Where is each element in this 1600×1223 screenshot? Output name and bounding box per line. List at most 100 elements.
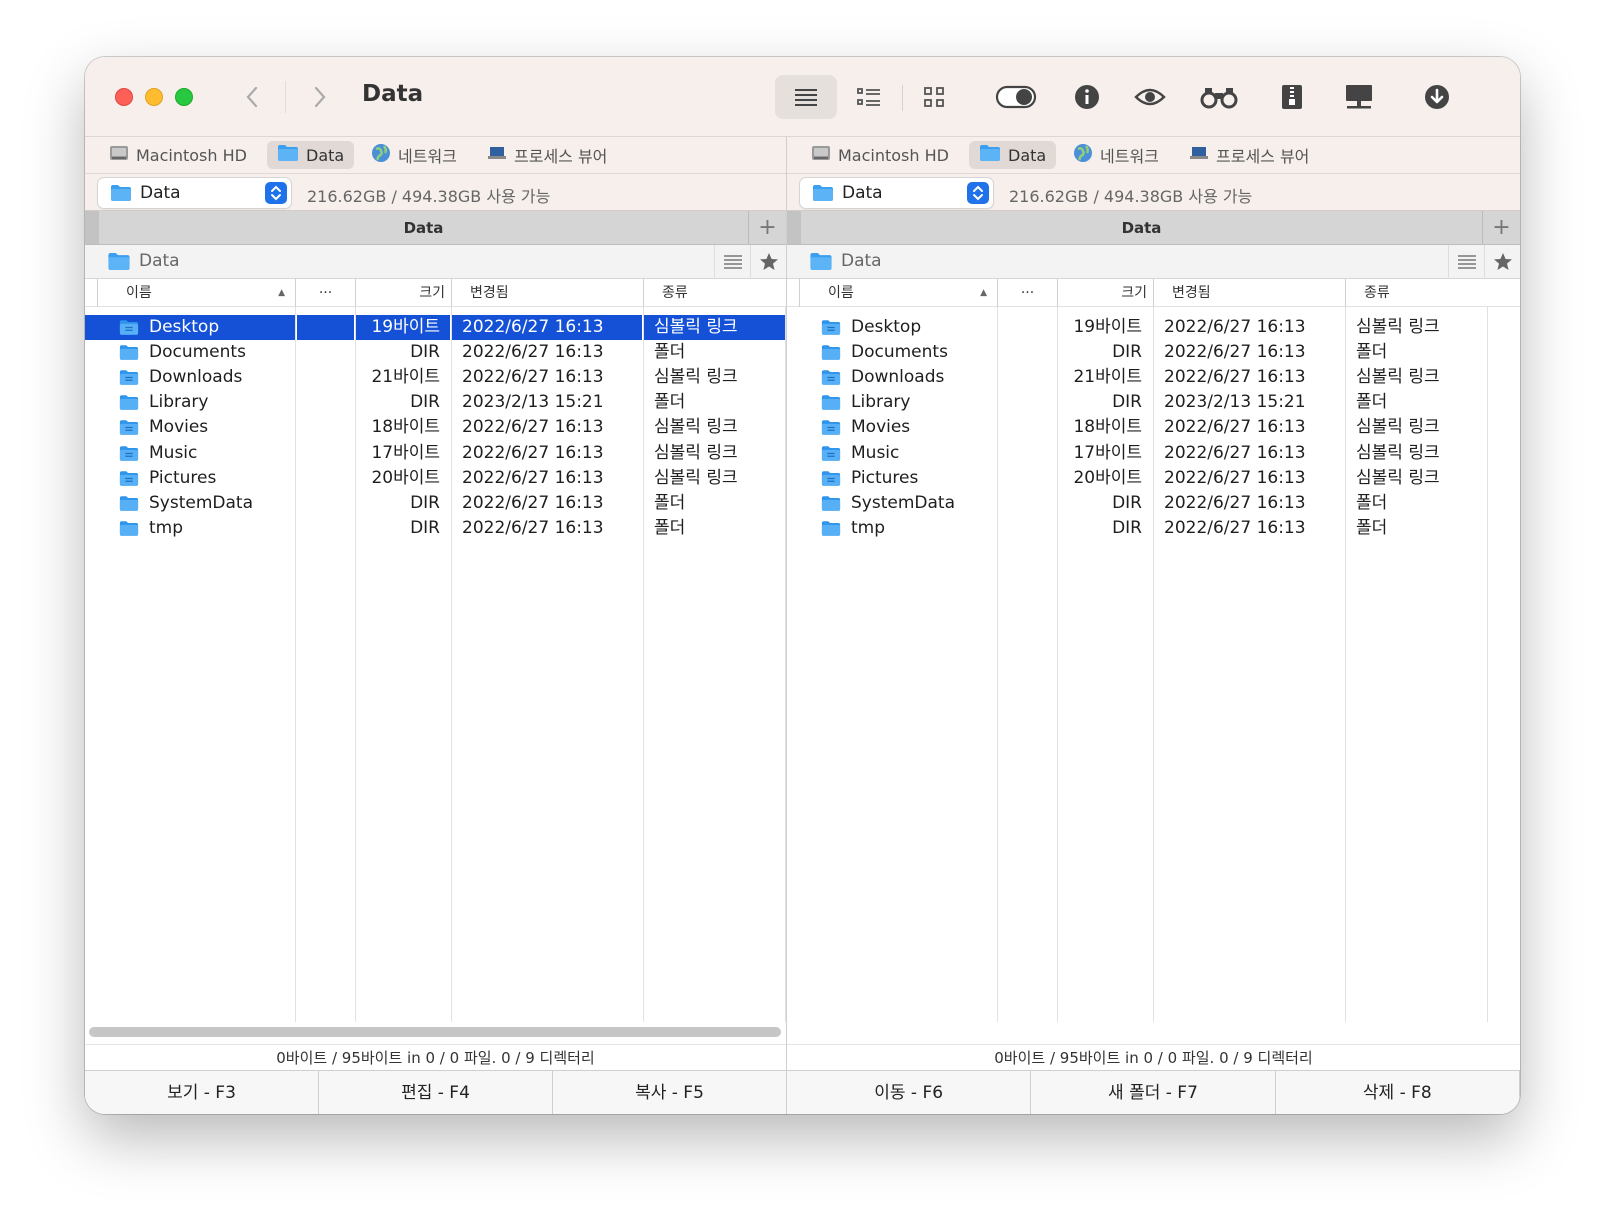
drive-tab-bar: Macintosh HD Data 네트워크 프로세스 뷰어	[85, 137, 786, 174]
folder-list-button[interactable]	[1448, 245, 1484, 279]
file-row[interactable]: tmp DIR 2022/6/27 16:13 폴더	[85, 516, 786, 541]
column-header-kind[interactable]: 종류	[643, 279, 785, 307]
file-row[interactable]: Desktop 19바이트 2022/6/27 16:13 심볼릭 링크	[787, 315, 1520, 340]
favorites-button[interactable]	[1484, 245, 1520, 279]
folder-icon	[277, 144, 299, 166]
function-key-button[interactable]: 보기 - F3	[85, 1071, 319, 1114]
favorites-button[interactable]	[750, 245, 786, 279]
file-row[interactable]: Library DIR 2023/2/13 15:21 폴더	[85, 390, 786, 415]
drive-tab-1[interactable]: Data	[969, 141, 1057, 169]
column-header-modified-label: 변경됨	[470, 285, 509, 301]
function-key-button[interactable]: 편집 - F4	[319, 1071, 553, 1114]
file-row[interactable]: Downloads 21바이트 2022/6/27 16:13 심볼릭 링크	[787, 365, 1520, 390]
forward-button[interactable]	[305, 79, 335, 115]
column-header-modified[interactable]: 변경됨	[451, 279, 643, 307]
chevron-right-icon	[314, 86, 326, 108]
file-row[interactable]: Music 17바이트 2022/6/27 16:13 심볼릭 링크	[85, 441, 786, 466]
volume-select[interactable]: Data	[800, 178, 993, 208]
column-header-extension[interactable]: ···	[997, 279, 1057, 307]
file-row[interactable]: Pictures 20바이트 2022/6/27 16:13 심볼릭 링크	[787, 466, 1520, 491]
file-modified: 2022/6/27 16:13	[462, 492, 604, 513]
volume-stepper[interactable]	[967, 182, 989, 204]
minimize-window-button[interactable]	[145, 88, 163, 106]
column-header-name[interactable]: 이름 ▲	[799, 279, 997, 307]
drive-tab-2[interactable]: 네트워크	[1063, 141, 1169, 169]
file-size: 19바이트	[356, 315, 450, 340]
file-row[interactable]: Pictures 20바이트 2022/6/27 16:13 심볼릭 링크	[85, 466, 786, 491]
column-header-kind[interactable]: 종류	[1345, 279, 1487, 307]
folder-icon	[821, 395, 841, 411]
file-extension-cell	[999, 315, 1056, 340]
function-key-button[interactable]: 새 폴더 - F7	[1031, 1071, 1276, 1114]
list-view-button[interactable]	[775, 75, 837, 119]
add-tab-button[interactable]: +	[1482, 211, 1520, 244]
file-row[interactable]: Music 17바이트 2022/6/27 16:13 심볼릭 링크	[787, 441, 1520, 466]
file-name-cell: Documents	[85, 340, 295, 365]
current-folder[interactable]: Data	[107, 251, 180, 271]
column-header-size[interactable]: 크기	[1057, 279, 1153, 307]
folder-tab-title[interactable]: Data	[801, 219, 1482, 237]
column-header-modified[interactable]: 변경됨	[1153, 279, 1345, 307]
file-row[interactable]: Desktop 19바이트 2022/6/27 16:13 심볼릭 링크	[85, 315, 786, 340]
free-space-text: 216.62GB / 494.38GB 사용 가능	[307, 187, 551, 206]
file-row[interactable]: Movies 18바이트 2022/6/27 16:13 심볼릭 링크	[787, 415, 1520, 440]
function-key-button[interactable]: 삭제 - F8	[1275, 1071, 1520, 1114]
folder-icon	[111, 185, 131, 201]
drive-tab-3[interactable]: 프로세스 뷰어	[1179, 141, 1319, 169]
back-button[interactable]	[237, 79, 267, 115]
folder-tab-strip: Data +	[787, 211, 1520, 245]
add-tab-button[interactable]: +	[748, 211, 786, 244]
network-connect-button[interactable]	[1337, 75, 1381, 119]
file-row[interactable]: Movies 18바이트 2022/6/27 16:13 심볼릭 링크	[85, 415, 786, 440]
zoom-window-button[interactable]	[175, 88, 193, 106]
volume-stepper[interactable]	[265, 182, 287, 204]
search-button[interactable]	[1193, 75, 1245, 119]
hidden-files-toggle-icon	[995, 85, 1037, 109]
folder-tab-strip: Data +	[85, 211, 786, 245]
folder-list-button[interactable]	[714, 245, 750, 279]
file-size: DIR	[1112, 517, 1142, 538]
drive-tab-2[interactable]: 네트워크	[361, 141, 467, 169]
drive-tab-0[interactable]: Macintosh HD	[99, 141, 257, 169]
drive-tab-label: Macintosh HD	[838, 145, 949, 165]
function-key-button[interactable]: 이동 - F6	[787, 1071, 1032, 1114]
detail-view-button[interactable]	[847, 75, 891, 119]
icon-view-button[interactable]	[912, 75, 956, 119]
archive-button[interactable]	[1270, 75, 1314, 119]
file-row[interactable]: tmp DIR 2022/6/27 16:13 폴더	[787, 516, 1520, 541]
drive-tab-label: 프로세스 뷰어	[1216, 147, 1310, 166]
file-name-cell: Music	[787, 441, 997, 466]
file-row[interactable]: Downloads 21바이트 2022/6/27 16:13 심볼릭 링크	[85, 365, 786, 390]
drive-tab-label: Macintosh HD	[136, 145, 247, 165]
column-header-name-label: 이름	[828, 285, 854, 301]
drive-tab-0[interactable]: Macintosh HD	[801, 141, 959, 169]
file-row[interactable]: SystemData DIR 2022/6/27 16:13 폴더	[787, 491, 1520, 516]
close-window-button[interactable]	[115, 88, 133, 106]
file-extension-cell	[297, 340, 354, 365]
file-row[interactable]: Library DIR 2023/2/13 15:21 폴더	[787, 390, 1520, 415]
file-modified: 2023/2/13 15:21	[462, 392, 604, 413]
file-name-cell: Library	[85, 390, 295, 415]
hidden-files-toggle[interactable]	[990, 75, 1042, 119]
column-header-extension[interactable]: ···	[295, 279, 355, 307]
quick-look-button[interactable]	[1128, 75, 1172, 119]
folder-icon	[119, 395, 139, 411]
file-size: DIR	[410, 342, 440, 363]
volume-select[interactable]: Data	[98, 178, 291, 208]
file-size: 17바이트	[371, 442, 440, 463]
drive-tab-3[interactable]: 프로세스 뷰어	[477, 141, 617, 169]
file-row[interactable]: Documents DIR 2022/6/27 16:13 폴더	[787, 340, 1520, 365]
info-button[interactable]	[1065, 75, 1109, 119]
function-key-button[interactable]: 복사 - F5	[553, 1071, 787, 1114]
current-folder[interactable]: Data	[809, 251, 882, 271]
horizontal-scrollbar[interactable]	[89, 1027, 781, 1037]
column-header-name[interactable]: 이름 ▲	[97, 279, 295, 307]
drive-tab-1[interactable]: Data	[267, 141, 355, 169]
folder-tab-title[interactable]: Data	[99, 219, 748, 237]
file-row[interactable]: SystemData DIR 2022/6/27 16:13 폴더	[85, 491, 786, 516]
download-button[interactable]	[1415, 75, 1459, 119]
file-row[interactable]: Documents DIR 2022/6/27 16:13 폴더	[85, 340, 786, 365]
sort-ascending-icon: ▲	[980, 288, 987, 298]
column-header-size[interactable]: 크기	[355, 279, 451, 307]
file-modified: 2022/6/27 16:13	[462, 342, 604, 363]
